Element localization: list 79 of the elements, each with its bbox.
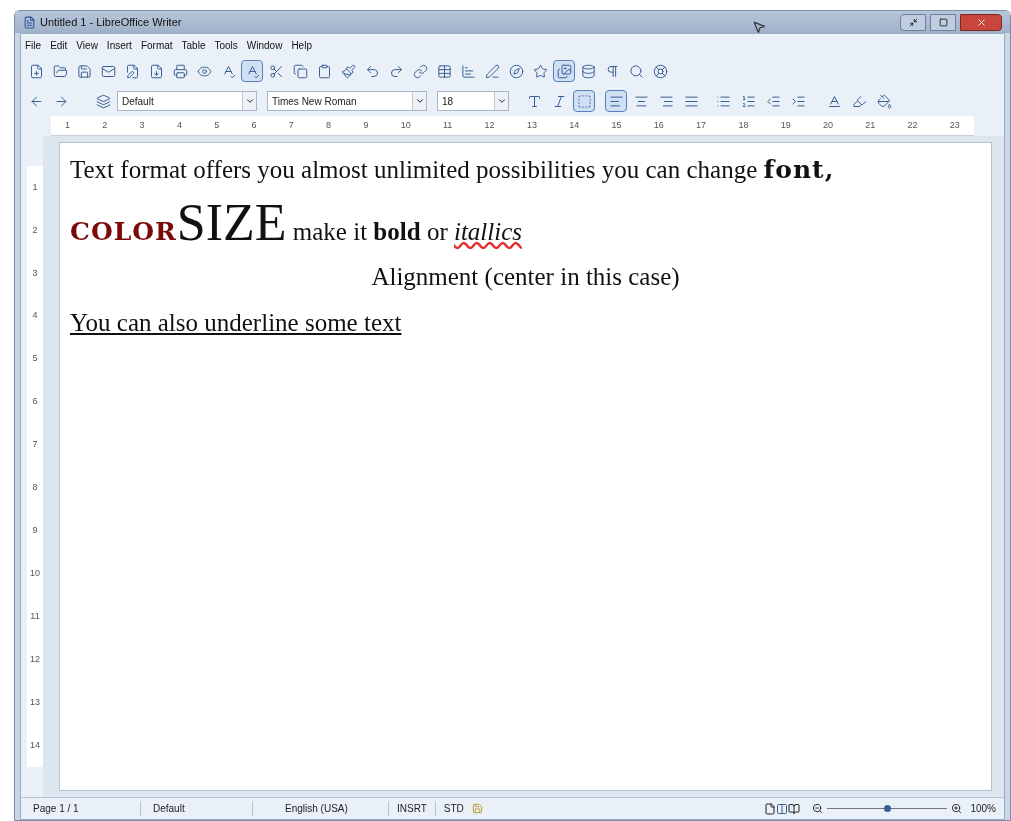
selection-mode[interactable]: STD (435, 801, 472, 816)
font-name-field[interactable]: Times New Roman (267, 91, 427, 111)
ruler-number: 13 (30, 695, 40, 709)
ruler-number: 9 (32, 524, 38, 538)
ruler-number: 15 (611, 118, 622, 132)
minimize-button[interactable] (900, 13, 926, 31)
multi-page-view-icon[interactable] (776, 802, 789, 815)
page-count: Page 1 / 1 (21, 801, 141, 816)
single-page-view-icon[interactable] (764, 802, 777, 815)
insert-mode[interactable]: INSRT (389, 801, 436, 816)
paragraph-text: Alignment (center in this case) (370, 262, 681, 293)
menu-item[interactable]: File (25, 37, 42, 53)
paragraph-text: You can also underline some text (70, 307, 403, 338)
maximize-icon (938, 17, 948, 27)
ruler-number: 9 (363, 118, 369, 132)
ruler-number: 18 (738, 118, 749, 132)
ruler-number: 1 (32, 180, 38, 194)
ruler-number: 3 (32, 266, 38, 280)
ruler-number: 12 (484, 118, 495, 132)
language: English (USA) (253, 801, 389, 816)
ruler-number: 1 (65, 118, 70, 132)
ruler-number: 13 (526, 118, 537, 132)
ruler-number: 4 (176, 118, 182, 132)
ruler-number: 7 (288, 118, 294, 132)
document-modified-icon (471, 803, 483, 814)
ruler-number: 5 (214, 118, 220, 132)
app-icon (23, 15, 36, 29)
gallery-icon[interactable] (553, 60, 575, 82)
ruler-number: 6 (251, 118, 257, 132)
minimize-icon (908, 17, 918, 27)
paragraph-style-field[interactable]: Default (117, 91, 257, 111)
ruler-number: 8 (326, 118, 332, 132)
ruler-number: 10 (30, 567, 40, 580)
zoom-out-icon[interactable] (812, 803, 824, 814)
paragraph-text: COLORSIZE make it bold or itallics (70, 196, 523, 250)
menu-item[interactable]: View (76, 37, 98, 53)
page-style: Default (141, 801, 253, 816)
shadow-font-icon[interactable] (573, 90, 595, 112)
paragraph-text: Text format offers you almost unlimited possibilities you can change font, (70, 154, 836, 186)
zoom-slider[interactable] (827, 803, 948, 814)
ruler-number: 2 (102, 118, 108, 132)
ruler-number: 16 (653, 118, 664, 132)
font-size-field[interactable]: 18 (437, 91, 509, 111)
menu-item[interactable]: Format (140, 37, 173, 53)
menu-item[interactable]: Edit (50, 37, 68, 53)
ruler-number: 17 (696, 118, 707, 132)
zoom-in-icon[interactable] (951, 803, 963, 814)
ruler-number: 14 (569, 118, 580, 132)
menu-item[interactable]: Tools (214, 37, 238, 53)
ruler-number: 5 (32, 352, 38, 366)
close-button[interactable] (960, 13, 1002, 31)
ruler-number: 2 (32, 223, 38, 237)
menu-item[interactable]: Insert (106, 37, 132, 53)
ruler-number: 22 (907, 118, 918, 132)
ruler-number: 8 (32, 481, 38, 495)
ruler-number: 14 (30, 738, 40, 752)
close-icon (975, 16, 987, 28)
ruler-number: 23 (949, 118, 960, 132)
ruler-number: 3 (139, 118, 145, 132)
ruler-number: 6 (32, 395, 38, 409)
ruler-number: 21 (865, 118, 876, 132)
ruler-number: 4 (32, 309, 38, 323)
book-view-icon[interactable] (788, 802, 801, 815)
autospellcheck-icon[interactable] (241, 60, 263, 82)
maximize-button[interactable] (930, 13, 956, 31)
mouse-cursor-icon (752, 20, 766, 34)
ruler-number: 10 (400, 118, 411, 132)
menu-item[interactable]: Help (291, 37, 312, 53)
align-left-icon[interactable] (605, 90, 627, 112)
ruler-number: 11 (442, 118, 453, 132)
window-title: Untitled 1 - LibreOffice Writer (40, 14, 182, 30)
ruler-number: 19 (780, 118, 791, 132)
zoom-percent: 100% (969, 802, 997, 816)
menu-item[interactable]: Window (246, 37, 283, 53)
ruler-number: 11 (30, 609, 40, 623)
ruler-number: 12 (30, 652, 40, 666)
menu-item[interactable]: Table (181, 37, 206, 53)
ruler-number: 20 (822, 118, 833, 132)
ruler-number: 7 (32, 438, 38, 452)
